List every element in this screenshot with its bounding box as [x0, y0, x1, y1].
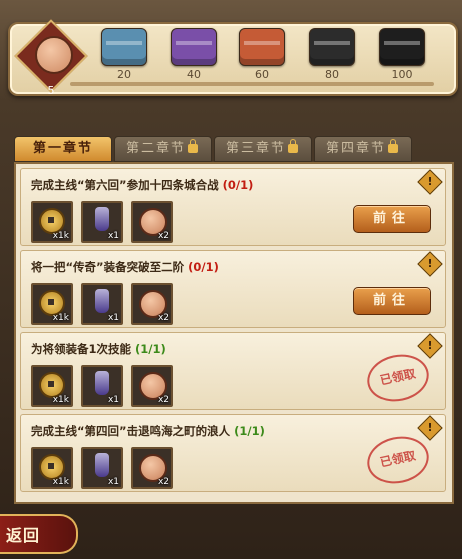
quest-title-text: 将一把“传奇”装备突破至二阶: [31, 260, 185, 274]
claimed-stamp: 已领取: [362, 349, 434, 407]
reward-count: x1k: [52, 313, 69, 323]
reward-token[interactable]: x2: [131, 447, 173, 489]
bottle-icon: [95, 453, 109, 477]
back-label: 返回: [6, 526, 41, 545]
reward-bottle[interactable]: x1: [81, 365, 123, 407]
token-icon: [35, 36, 73, 74]
milestone-number: 80: [325, 68, 339, 81]
reward-count: x1: [107, 313, 119, 323]
milestone-40[interactable]: 40: [168, 28, 220, 81]
tab-label: 第二章节: [125, 141, 186, 156]
reward-count: x1: [107, 395, 119, 405]
bottle-icon: [95, 289, 109, 313]
reward-bottle[interactable]: x1: [81, 283, 123, 325]
bottle-icon: [95, 371, 109, 395]
reward-count: x2: [157, 313, 169, 323]
quest-item: 完成主线“第四回”击退鸣海之町的浪人 (1/1) ! x1k x1 x2 已领取: [20, 414, 446, 492]
milestone-60[interactable]: 60: [236, 28, 288, 81]
quest-title-text: 为将领装备1次技能: [31, 342, 132, 356]
reward-count: x1: [107, 477, 119, 487]
milestone-100[interactable]: 100: [376, 28, 428, 81]
claimed-stamp: 已领取: [362, 431, 434, 489]
quest-title-text: 完成主线“第六回”参加十四条城合战: [31, 178, 219, 192]
quest-title-text: 完成主线“第四回”击退鸣海之町的浪人: [31, 424, 231, 438]
reward-coin[interactable]: x1k: [31, 447, 73, 489]
chest-icon: [309, 28, 355, 66]
info-glyph: !: [427, 257, 433, 270]
quest-title: 完成主线“第六回”参加十四条城合战 (0/1): [31, 177, 253, 193]
info-glyph: !: [427, 339, 433, 352]
info-glyph: !: [427, 175, 433, 188]
lock-icon: [188, 139, 198, 153]
reward-count: x2: [157, 395, 169, 405]
reward-count: x1k: [52, 395, 69, 405]
reward-bottle[interactable]: x1: [81, 201, 123, 243]
milestone-number: 40: [187, 68, 201, 81]
back-button[interactable]: 返回: [0, 514, 78, 554]
quest-list[interactable]: 完成主线“第六回”参加十四条城合战 (0/1) ! x1k x1 x2 前往 将一…: [14, 162, 454, 504]
milestone-number: 100: [391, 68, 413, 81]
tab-chapter-3[interactable]: 第三章节: [214, 136, 312, 162]
chapter-tabs: 第一章节 第二章节 第三章节 第四章节: [14, 136, 450, 162]
milestone-80[interactable]: 80: [306, 28, 358, 81]
chest-icon: [101, 28, 147, 66]
tab-label: 第四章节: [325, 141, 386, 156]
goto-button[interactable]: 前往: [353, 287, 431, 315]
reward-track: 5 20 40 60 80 100: [8, 19, 458, 97]
quest-title: 将一把“传奇”装备突破至二阶 (0/1): [31, 259, 219, 275]
reward-token[interactable]: x2: [131, 283, 173, 325]
chest-icon: [171, 28, 217, 66]
quest-item: 完成主线“第六回”参加十四条城合战 (0/1) ! x1k x1 x2 前往: [20, 168, 446, 246]
milestone-number: 5: [47, 84, 55, 97]
milestone-number: 20: [117, 68, 131, 81]
tab-chapter-2[interactable]: 第二章节: [114, 136, 212, 162]
quest-item: 将一把“传奇”装备突破至二阶 (0/1) ! x1k x1 x2 前往: [20, 250, 446, 328]
track-progress-bar: [70, 82, 434, 86]
tab-label: 第三章节: [225, 141, 286, 156]
quest-title: 完成主线“第四回”击退鸣海之町的浪人 (1/1): [31, 423, 265, 439]
tab-chapter-1[interactable]: 第一章节: [14, 136, 112, 162]
milestone-number: 60: [255, 68, 269, 81]
reward-token[interactable]: x2: [131, 365, 173, 407]
milestone-5[interactable]: 5: [14, 19, 88, 97]
quest-title: 为将领装备1次技能 (1/1): [31, 341, 166, 357]
reward-token[interactable]: x2: [131, 201, 173, 243]
quest-progress: (0/1): [188, 260, 219, 274]
reward-count: x1k: [52, 231, 69, 241]
quest-progress: (1/1): [135, 342, 166, 356]
bottle-icon: [95, 207, 109, 231]
info-glyph: !: [427, 421, 433, 434]
info-icon[interactable]: !: [417, 169, 443, 195]
tab-label: 第一章节: [32, 141, 93, 156]
info-icon[interactable]: !: [417, 251, 443, 277]
reward-count: x1k: [52, 477, 69, 487]
info-icon[interactable]: !: [417, 415, 443, 441]
reward-coin[interactable]: x1k: [31, 201, 73, 243]
milestone-20[interactable]: 20: [98, 28, 150, 81]
quest-progress: (1/1): [234, 424, 265, 438]
reward-count: x1: [107, 231, 119, 241]
tab-chapter-4[interactable]: 第四章节: [314, 136, 412, 162]
chest-icon: [239, 28, 285, 66]
reward-count: x2: [157, 477, 169, 487]
goto-button[interactable]: 前往: [353, 205, 431, 233]
reward-coin[interactable]: x1k: [31, 365, 73, 407]
chest-icon: [379, 28, 425, 66]
reward-bottle[interactable]: x1: [81, 447, 123, 489]
reward-count: x2: [157, 231, 169, 241]
quest-item: 为将领装备1次技能 (1/1) ! x1k x1 x2 已领取: [20, 332, 446, 410]
quest-progress: (0/1): [222, 178, 254, 192]
lock-icon: [288, 139, 298, 153]
info-icon[interactable]: !: [417, 333, 443, 359]
reward-coin[interactable]: x1k: [31, 283, 73, 325]
lock-icon: [388, 139, 398, 153]
